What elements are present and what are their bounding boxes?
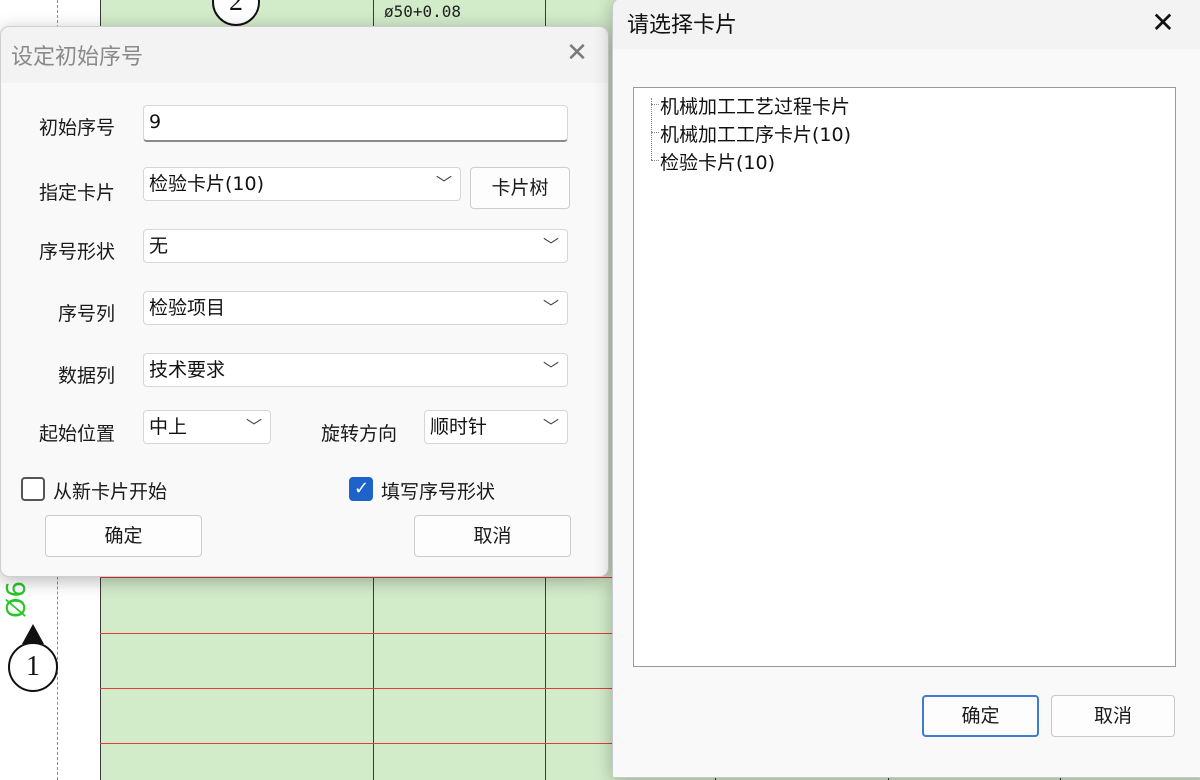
tree-connector: [651, 104, 659, 105]
card-tree-button[interactable]: 卡片树: [470, 167, 570, 209]
card-label: 指定卡片: [38, 182, 115, 204]
cancel-button[interactable]: 取消: [1051, 695, 1175, 737]
balloon-label-1: 1: [8, 642, 58, 692]
dialog-body: 机械加工工艺过程卡片 机械加工工序卡片(10) 检验卡片(10) 确定 取消: [613, 49, 1200, 777]
start-position-label: 起始位置: [38, 423, 115, 445]
data-column-value: 技术要求: [149, 359, 226, 381]
chevron-down-icon: ﹀: [542, 298, 559, 317]
rotation-select[interactable]: 顺时针 ﹀: [424, 410, 568, 444]
cancel-button[interactable]: 取消: [414, 515, 571, 557]
start-number-label: 初始序号: [38, 117, 115, 139]
chevron-down-icon: ﹀: [435, 174, 452, 193]
tolerance-text: ø50+0.08: [384, 2, 462, 21]
start-position-value: 中上: [149, 416, 188, 438]
ok-button[interactable]: 确定: [45, 515, 202, 557]
data-column-select[interactable]: 技术要求 ﹀: [143, 353, 568, 387]
tree-connector: [651, 160, 659, 161]
chevron-down-icon: ﹀: [542, 417, 559, 436]
number-shape-select[interactable]: 无 ﹀: [143, 229, 568, 263]
select-card-dialog: 请选择卡片 ✕ 机械加工工艺过程卡片 机械加工工序卡片(10) 检验卡片(10)…: [612, 0, 1200, 778]
card-select-value: 检验卡片(10): [149, 173, 265, 195]
check-icon: ✓: [354, 478, 370, 499]
dialog-body: 初始序号 9 指定卡片 检验卡片(10) ﹀ 卡片树 序号形状 无 ﹀ 序号列 …: [1, 83, 608, 576]
tree-connector: [651, 132, 659, 133]
number-shape-value: 无: [149, 235, 169, 257]
number-column-value: 检验项目: [149, 297, 226, 319]
chevron-down-icon: ﹀: [245, 417, 262, 436]
dialog-title: 设定初始序号: [11, 45, 144, 70]
arrow-icon: [22, 624, 44, 644]
dialog-title: 请选择卡片: [627, 13, 738, 38]
close-icon[interactable]: ✕: [1147, 7, 1179, 39]
tree-item[interactable]: 机械加工工序卡片(10): [660, 120, 851, 147]
fill-shape-checkbox-label: 填写序号形状: [381, 481, 496, 503]
rotation-value: 顺时针: [430, 416, 488, 438]
tree-item[interactable]: 机械加工工艺过程卡片: [660, 92, 850, 119]
tree-connector: [651, 98, 652, 160]
number-shape-label: 序号形状: [38, 241, 115, 263]
set-start-number-dialog: 设定初始序号 ✕ 初始序号 9 指定卡片 检验卡片(10) ﹀ 卡片树 序号形状…: [0, 26, 609, 577]
card-select[interactable]: 检验卡片(10) ﹀: [143, 167, 461, 201]
data-column-label: 数据列: [57, 365, 115, 387]
rotation-label: 旋转方向: [320, 423, 397, 445]
ok-button[interactable]: 确定: [922, 695, 1039, 737]
start-number-input[interactable]: 9: [143, 105, 568, 142]
new-card-checkbox-label: 从新卡片开始: [53, 481, 168, 503]
chevron-down-icon: ﹀: [542, 236, 559, 255]
fill-shape-checkbox[interactable]: ✓: [349, 477, 373, 501]
card-tree[interactable]: 机械加工工艺过程卡片 机械加工工序卡片(10) 检验卡片(10): [633, 87, 1176, 667]
tree-item[interactable]: 检验卡片(10): [660, 148, 775, 175]
start-position-select[interactable]: 中上 ﹀: [143, 410, 271, 444]
dimension-text: Ø6: [2, 580, 32, 618]
number-column-label: 序号列: [57, 303, 115, 325]
new-card-checkbox[interactable]: [21, 477, 45, 501]
number-column-select[interactable]: 检验项目 ﹀: [143, 291, 568, 325]
start-number-value: 9: [149, 111, 162, 133]
close-icon[interactable]: ✕: [561, 37, 593, 69]
chevron-down-icon: ﹀: [542, 360, 559, 379]
